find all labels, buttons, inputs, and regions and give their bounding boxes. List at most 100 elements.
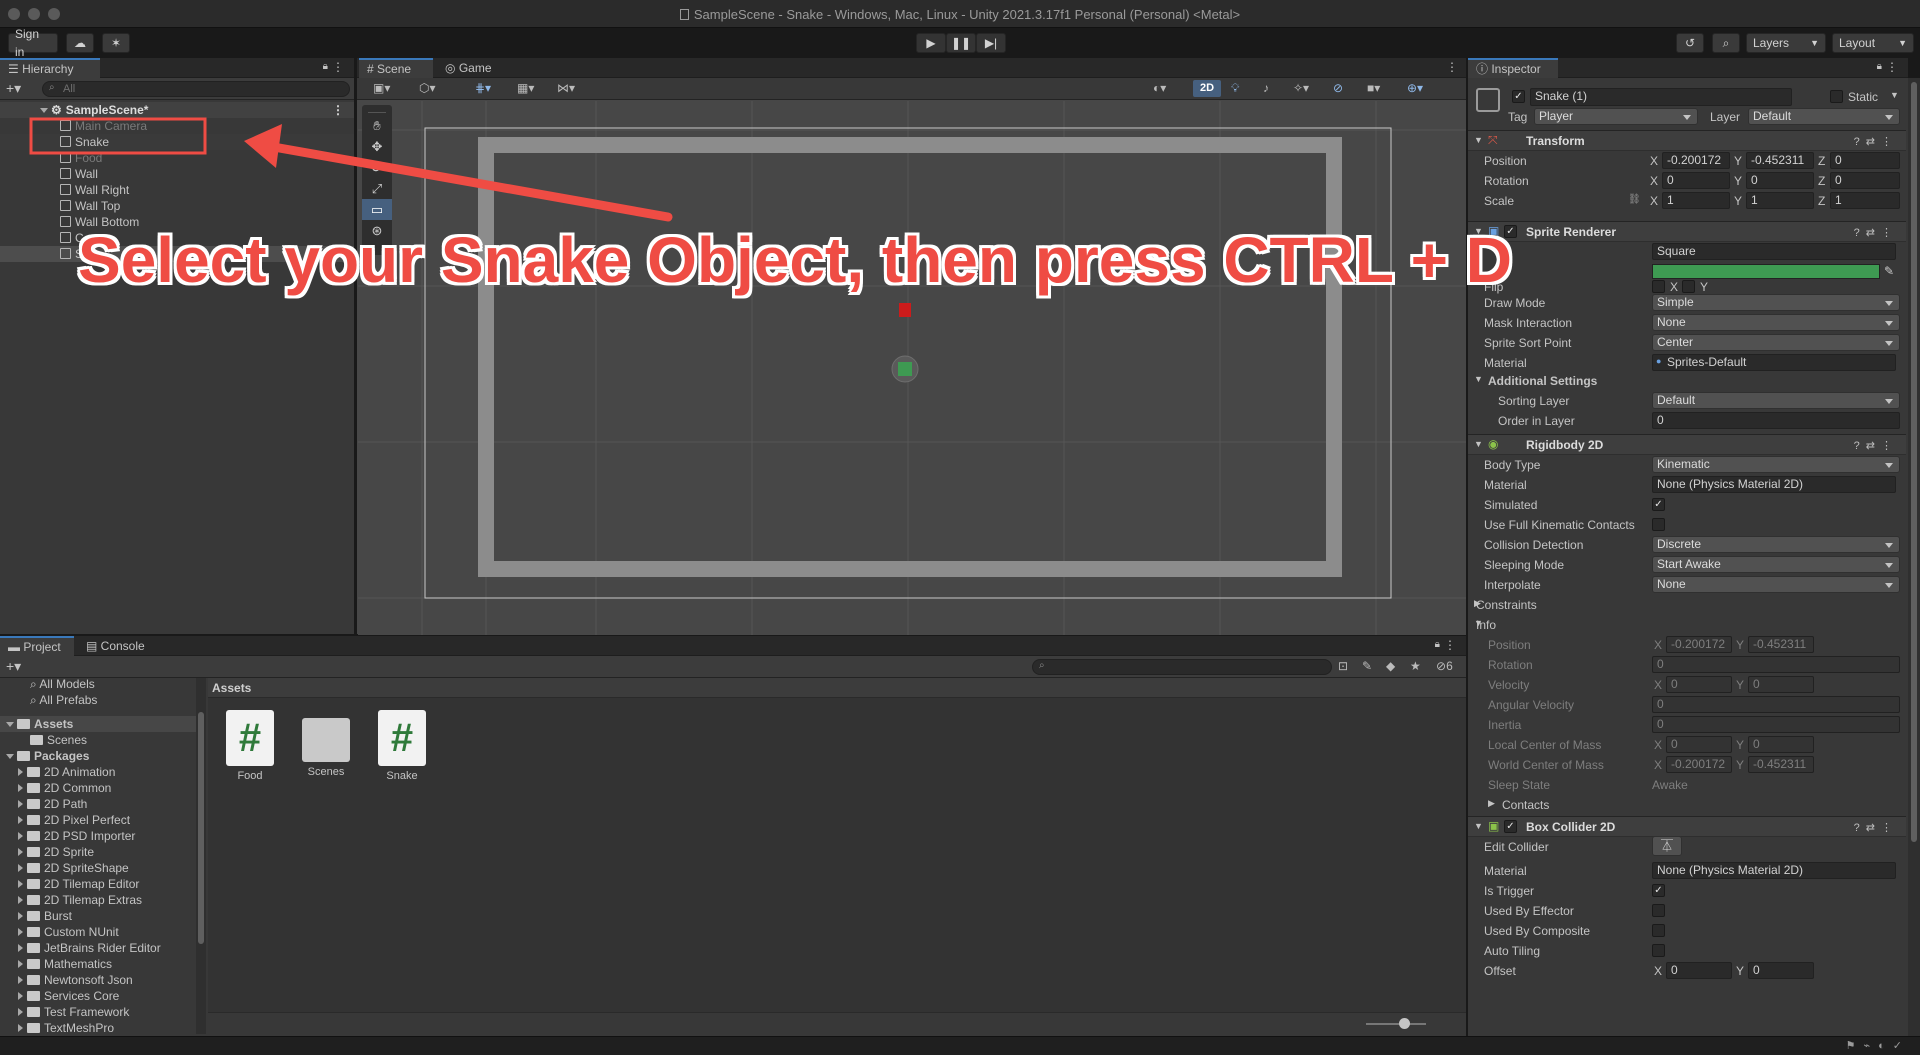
lock-icon[interactable]: 🔒︎ xyxy=(1877,61,1882,72)
hidden-packages-icon[interactable]: ⊘6 xyxy=(1436,659,1453,673)
inspector-scroll-thumb[interactable] xyxy=(1911,82,1917,842)
tag-icon[interactable]: ◆ xyxy=(1386,659,1395,673)
project-tree-item[interactable]: JetBrains Rider Editor xyxy=(0,940,196,956)
transform-z-field[interactable]: 0 xyxy=(1830,152,1900,169)
zoom-slider-track[interactable] xyxy=(1366,1023,1426,1025)
hand-tool-icon[interactable]: ✋︎ xyxy=(362,115,392,136)
hierarchy-item[interactable]: Snake xyxy=(0,134,354,150)
lighting-icon[interactable]: 💡︎ xyxy=(1231,81,1239,96)
component-header[interactable]: ▼ ◉ Rigidbody 2D ?⇄⋮ xyxy=(1468,434,1906,455)
mode-2d-toggle[interactable]: 2D xyxy=(1193,80,1221,97)
project-tree-item[interactable]: Newtonsoft Json xyxy=(0,972,196,988)
hierarchy-item[interactable]: Wall Right xyxy=(0,182,354,198)
offset-x-field[interactable]: 0 xyxy=(1666,962,1732,979)
enabled-checkbox[interactable]: ✓ xyxy=(1504,820,1517,833)
star-icon[interactable]: ★ xyxy=(1410,659,1421,673)
asset-item[interactable]: Scenes xyxy=(294,710,358,778)
scale-tool-icon[interactable]: ⤢ xyxy=(362,178,392,199)
asset-item[interactable]: # Snake xyxy=(370,710,434,782)
overlay-grip[interactable] xyxy=(368,107,386,113)
tree-scrollbar[interactable] xyxy=(196,678,206,1034)
zoom-slider-handle[interactable] xyxy=(1399,1018,1410,1029)
effects-icon[interactable]: ✧▾ xyxy=(1293,81,1309,95)
hierarchy-search-input[interactable]: ⌕ All xyxy=(42,81,350,97)
tree-scroll-thumb[interactable] xyxy=(198,712,204,944)
more-menu-icon[interactable]: ⋮ xyxy=(1446,60,1458,74)
hierarchy-item[interactable]: Wall xyxy=(0,166,354,182)
collapse-arrow-icon[interactable] xyxy=(18,848,23,856)
rigidbody-checkbox[interactable] xyxy=(1652,518,1665,531)
project-tree-item[interactable]: TextMeshPro xyxy=(0,1020,196,1034)
collapse-arrow-icon[interactable] xyxy=(18,816,23,824)
project-tree-item[interactable]: Scenes xyxy=(0,732,196,748)
step-button[interactable]: ▶| xyxy=(976,33,1006,53)
scene-viewport[interactable]: ✋︎ ✥ ⟳ ⤢ ▭ ⊛ xyxy=(358,101,1466,635)
tag-dropdown[interactable]: Player xyxy=(1534,108,1698,125)
constrain-proportions-icon[interactable]: ⛓ xyxy=(1628,194,1641,205)
transform-x-field[interactable]: -0.200172 xyxy=(1662,152,1730,169)
sprite-renderer-dropdown[interactable]: None xyxy=(1652,314,1900,331)
project-tree-item[interactable]: 2D Tilemap Editor xyxy=(0,876,196,892)
rect-tool-icon[interactable]: ▭ xyxy=(362,199,392,220)
sprite-renderer-dropdown[interactable]: Center xyxy=(1652,334,1900,351)
project-tree-item[interactable]: 2D Common xyxy=(0,780,196,796)
collapse-arrow-icon[interactable] xyxy=(18,944,23,952)
project-tree-item[interactable]: Custom NUnit xyxy=(0,924,196,940)
project-tree-item[interactable]: ⌕ All Prefabs xyxy=(0,692,196,708)
hierarchy-item[interactable]: Food xyxy=(0,150,354,166)
tab-scene[interactable]: # Scene xyxy=(359,58,433,78)
search-icon[interactable]: ⌕ xyxy=(1712,33,1740,53)
box-collider-checkbox[interactable] xyxy=(1652,944,1665,957)
breadcrumb[interactable]: Assets xyxy=(212,681,251,695)
sorting-layer-dropdown[interactable]: Default xyxy=(1652,392,1900,409)
camera-icon[interactable]: ■▾ xyxy=(1367,81,1380,95)
cloud-icon[interactable]: ☁ xyxy=(66,33,94,53)
project-tree-item[interactable]: 2D Sprite xyxy=(0,844,196,860)
search-by-label-icon[interactable]: ✎ xyxy=(1362,659,1372,673)
draw-mode-icon[interactable]: ▣▾ xyxy=(373,81,390,95)
project-tree-item[interactable]: 2D PSD Importer xyxy=(0,828,196,844)
component-header[interactable]: ▼ ▣ ✓ Box Collider 2D ?⇄⋮ xyxy=(1468,816,1906,837)
hidden-objects-icon[interactable]: ⊘ xyxy=(1333,81,1343,95)
rotate-tool-icon[interactable]: ⟳ xyxy=(362,157,392,178)
transform-z-field[interactable]: 0 xyxy=(1830,172,1900,189)
order-in-layer-field[interactable]: 0 xyxy=(1652,412,1900,429)
more-menu-icon[interactable]: ⋮ xyxy=(332,102,344,118)
project-tree-item[interactable]: Packages xyxy=(0,748,196,764)
audio-icon[interactable]: ♪ xyxy=(1263,81,1269,95)
box-collider-checkbox[interactable]: ✓ xyxy=(1652,884,1665,897)
component-header[interactable]: ▼ ⤧ Transform ?⇄⋮ xyxy=(1468,130,1906,151)
rigidbody-dropdown[interactable]: Kinematic xyxy=(1652,456,1900,473)
collab-icon[interactable]: ✶ xyxy=(102,33,130,53)
rigidbody-dropdown[interactable]: None xyxy=(1652,576,1900,593)
box-collider-object-field[interactable]: None (Physics Material 2D) xyxy=(1652,862,1896,879)
pause-button[interactable]: ❚❚ xyxy=(946,33,976,53)
project-tree-item[interactable]: Test Framework xyxy=(0,1004,196,1020)
chevron-down-icon[interactable]: ▼ xyxy=(1890,90,1899,100)
layer-dropdown[interactable]: Default xyxy=(1748,108,1900,125)
material-field[interactable]: Sprites-Default xyxy=(1652,354,1896,371)
collapse-arrow-icon[interactable] xyxy=(18,992,23,1000)
active-checkbox[interactable]: ✓ xyxy=(1512,90,1525,103)
increment-snap-icon[interactable]: ⋈▾ xyxy=(557,81,575,95)
offset-y-field[interactable]: 0 xyxy=(1748,962,1814,979)
lock-icon[interactable]: 🔒︎ xyxy=(1435,639,1440,650)
rigidbody-dropdown[interactable]: Discrete xyxy=(1652,536,1900,553)
snake-object[interactable] xyxy=(898,362,912,376)
collapse-arrow-icon[interactable] xyxy=(18,1024,23,1032)
eyedropper-icon[interactable]: ✎ xyxy=(1884,264,1894,278)
component-menu-icons[interactable]: ?⇄⋮ xyxy=(1854,135,1898,148)
grid-icon[interactable]: ▦▾ xyxy=(517,81,534,95)
collapse-arrow-icon[interactable] xyxy=(18,832,23,840)
sign-in-button[interactable]: Sign in xyxy=(8,27,58,59)
component-menu-icons[interactable]: ?⇄⋮ xyxy=(1854,439,1898,452)
project-tree-item[interactable]: 2D Pixel Perfect xyxy=(0,812,196,828)
component-menu-icons[interactable]: ?⇄⋮ xyxy=(1854,821,1898,834)
scene-canvas[interactable] xyxy=(358,101,1466,635)
transform-y-field[interactable]: 0 xyxy=(1746,172,1814,189)
project-tree-item[interactable]: 2D Tilemap Extras xyxy=(0,892,196,908)
collapse-arrow-icon[interactable] xyxy=(18,960,23,968)
transform-x-field[interactable]: 0 xyxy=(1662,172,1730,189)
foldout-arrow-icon[interactable]: ▼ xyxy=(1474,135,1483,145)
tab-inspector[interactable]: ⓘ Inspector xyxy=(1468,58,1558,78)
